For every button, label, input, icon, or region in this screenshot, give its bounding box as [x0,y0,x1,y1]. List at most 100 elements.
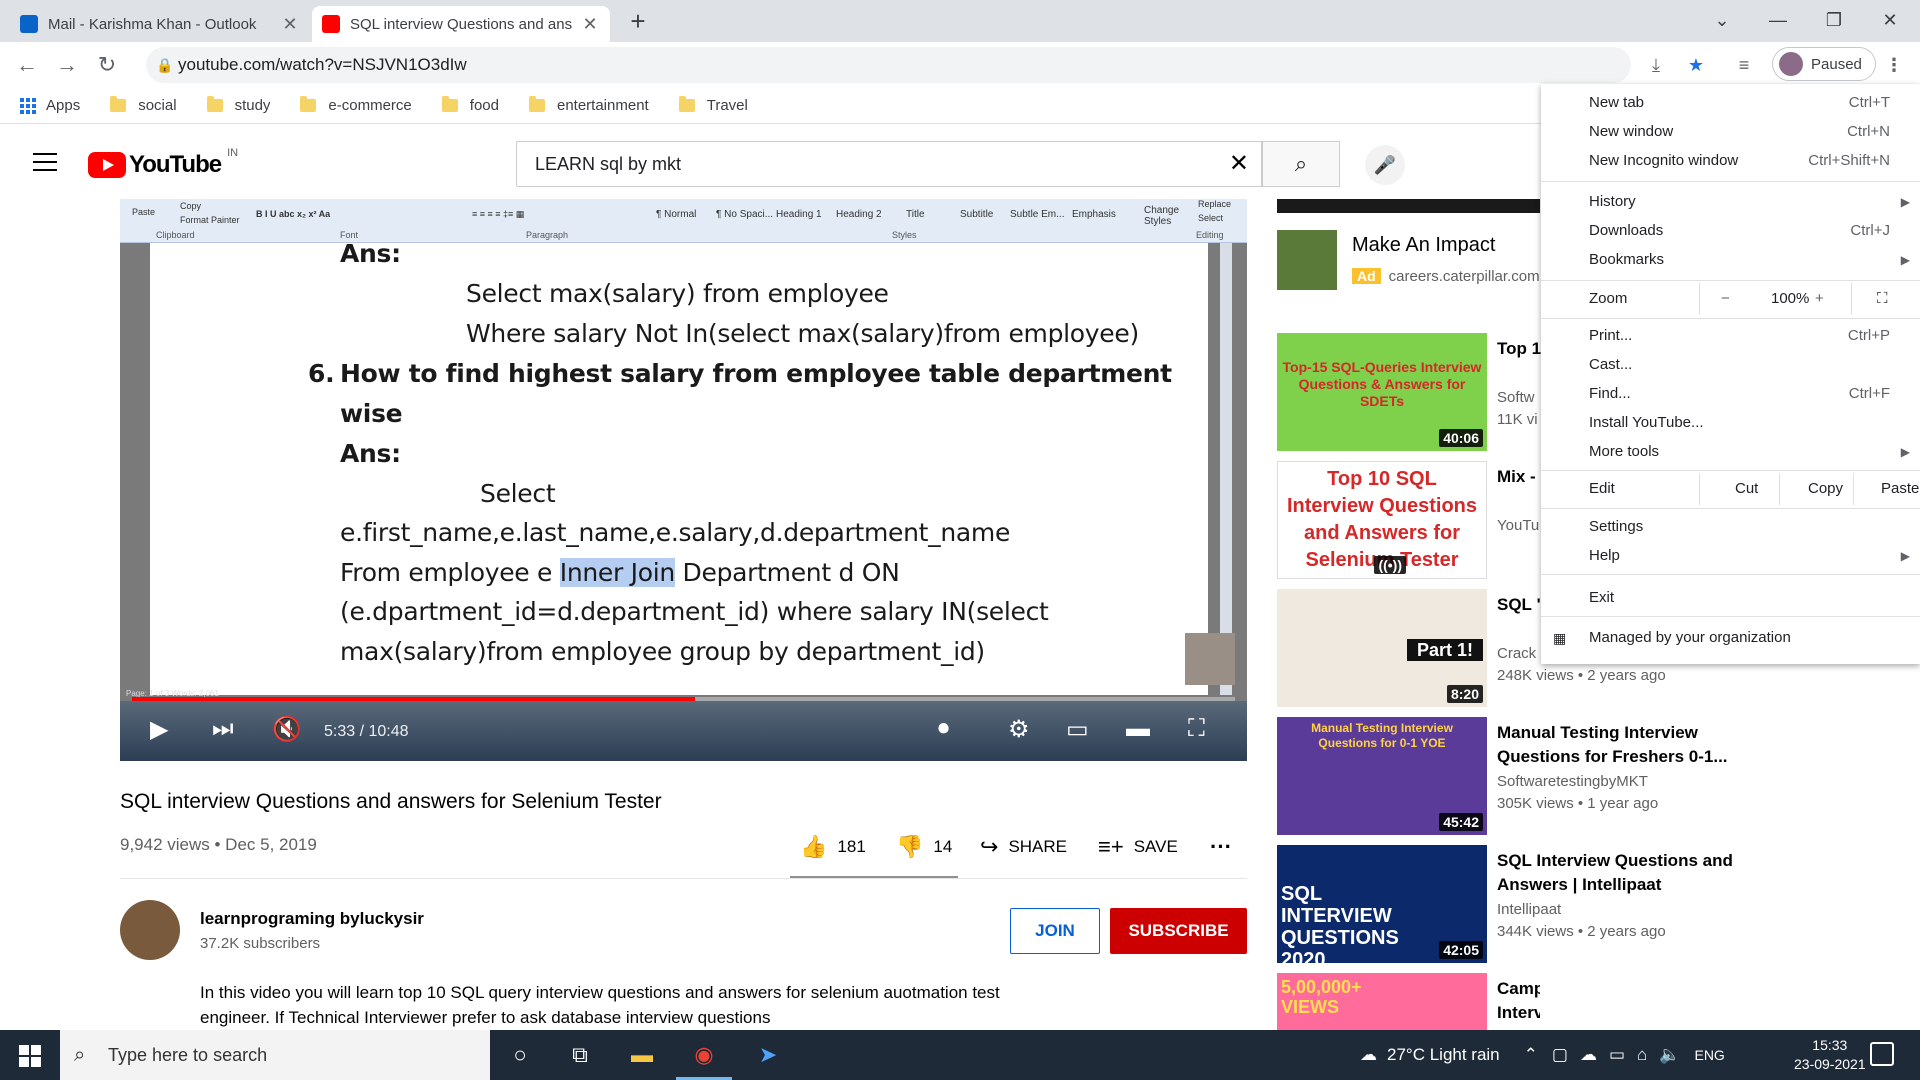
menu-install-youtube[interactable]: Install YouTube... [1541,409,1920,437]
copy-button[interactable]: Copy [1808,473,1843,505]
new-tab-button[interactable]: + [622,6,654,38]
network-icon[interactable]: ⌂ [1637,1045,1647,1065]
video-thumbnail: Manual Testing Interview Questions for 0… [1277,717,1487,835]
channel-avatar[interactable] [120,900,180,960]
ad-banner[interactable] [1277,199,1540,213]
zoom-in-button[interactable]: + [1815,283,1824,315]
bookmark-ecommerce[interactable]: e-commerce [300,96,412,114]
menu-print[interactable]: Print... Ctrl+P [1541,322,1920,350]
like-button[interactable]: 👍 181 [800,834,866,860]
kebab-menu-icon[interactable]: ⋮ [1880,51,1908,79]
chrome-icon[interactable]: ◉ [676,1030,732,1080]
close-window-button[interactable]: ✕ [1862,0,1918,40]
language-indicator[interactable]: ENG [1694,1047,1724,1063]
file-explorer-icon[interactable]: ▬ [614,1030,670,1080]
maximize-button[interactable]: ❐ [1806,0,1862,40]
tab-strip: Mail - Karishma Khan - Outlook ✕ SQL int… [0,0,1920,42]
bookmark-study[interactable]: study [206,96,270,114]
style-normal: ¶ Normal [656,209,697,220]
clear-icon[interactable]: ✕ [1229,142,1249,186]
taskbar-search-input[interactable]: ⌕ Type here to search [60,1030,490,1080]
menu-help[interactable]: Help ▶ [1541,542,1920,570]
menu-downloads[interactable]: Downloads Ctrl+J [1541,217,1920,245]
bookmark-star-icon[interactable]: ★ [1682,51,1710,79]
recommended-video[interactable]: SQL INTERVIEW QUESTIONS 2020 42:05 SQL In… [1277,845,1733,965]
media-control-icon[interactable]: ≡ [1730,51,1758,79]
close-icon[interactable]: ✕ [280,14,300,35]
menu-new-tab[interactable]: New tab Ctrl+T [1541,89,1920,117]
close-icon[interactable]: ✕ [580,14,600,35]
fullscreen-icon[interactable]: ⛶ [1188,715,1205,743]
volume-icon[interactable]: 🔈 [1659,1045,1680,1065]
weather-text[interactable]: 27°C Light rain [1387,1045,1500,1065]
duration-badge: 45:42 [1439,813,1483,831]
fullscreen-icon[interactable]: ⛶ [1877,283,1888,315]
weather-cloud-icon[interactable]: ☁ [1360,1045,1377,1065]
address-bar[interactable]: 🔒 youtube.com/watch?v=NSJVN1O3dIw [146,47,1631,83]
tab-youtube[interactable]: SQL interview Questions and ans ✕ [312,6,610,42]
bookmark-apps[interactable]: Apps [20,97,80,114]
bookmark-travel[interactable]: Travel [678,96,748,114]
search-button[interactable]: ⌕ [1262,141,1340,187]
back-arrow-icon[interactable]: ← [12,50,42,80]
cortana-icon[interactable]: ○ [492,1030,548,1080]
zoom-out-button[interactable]: − [1721,283,1730,315]
reload-icon[interactable]: ↻ [92,50,122,80]
onedrive-icon[interactable]: ☁ [1580,1045,1597,1065]
menu-new-incognito[interactable]: New Incognito window Ctrl+Shift+N [1541,147,1920,175]
recommended-video[interactable]: Top-15 SQL-Queries Interview Questions &… [1277,333,1588,453]
bookmark-food[interactable]: food [441,96,499,114]
play-icon[interactable]: ▶ [150,715,168,744]
hamburger-menu-icon[interactable] [33,153,57,177]
cut-button[interactable]: Cut [1735,473,1758,505]
minimize-button[interactable]: — [1750,0,1806,40]
channel-name[interactable]: learnprograming byluckysir [200,909,424,929]
video-player[interactable]: Paste Copy Format Painter B I U abc x₂ x… [120,199,1247,761]
forward-arrow-icon[interactable]: → [52,50,82,80]
menu-managed[interactable]: ▦ Managed by your organization [1541,624,1920,652]
group-styles: Styles [892,230,917,240]
windows-start-icon[interactable] [0,1030,58,1080]
youtube-logo[interactable]: YouTube IN [88,147,238,179]
menu-exit[interactable]: Exit [1541,584,1920,612]
join-button[interactable]: JOIN [1010,908,1100,954]
menu-new-window[interactable]: New window Ctrl+N [1541,118,1920,146]
dislike-button[interactable]: 👎 14 [896,834,952,860]
search-input[interactable]: LEARN sql by mkt ✕ [516,141,1262,187]
chevron-up-icon[interactable]: ⌃ [1524,1045,1538,1065]
bookmark-social[interactable]: social [110,96,177,114]
install-app-icon[interactable]: ⤓ [1642,51,1670,79]
clock[interactable]: 15:33 23-09-2021 [1794,1036,1866,1074]
theater-mode-icon[interactable]: ▬ [1126,715,1150,743]
menu-find[interactable]: Find... Ctrl+F [1541,380,1920,408]
paste-button[interactable]: Paste [1881,473,1919,505]
meet-now-icon[interactable]: ▢ [1552,1045,1568,1065]
tab-outlook[interactable]: Mail - Karishma Khan - Outlook ✕ [10,6,310,42]
battery-icon[interactable]: ▭ [1609,1045,1625,1065]
settings-gear-icon[interactable]: ⚙ [1008,715,1030,744]
subscribe-button[interactable]: SUBSCRIBE [1110,908,1247,954]
task-view-icon[interactable]: ⧉ [552,1030,608,1080]
recommended-video[interactable]: Top 10 SQL Interview Questions and Answe… [1277,461,1585,581]
mute-icon[interactable]: 🔇 [272,715,302,744]
miniplayer-icon[interactable]: ▭ [1066,715,1089,744]
menu-history[interactable]: History ▶ [1541,188,1920,216]
menu-settings[interactable]: Settings [1541,513,1920,541]
autoplay-toggle[interactable]: ⏺ [938,715,949,741]
menu-more-tools[interactable]: More tools ▶ [1541,438,1920,466]
recommended-video[interactable]: Manual Testing Interview Questions for 0… [1277,717,1728,837]
tab-search-icon[interactable]: ⌄ [1694,0,1750,40]
recommended-video[interactable]: 5,00,000+ VIEWS Campus Placement Intervi… [1277,973,1540,1030]
next-icon[interactable]: ⏭ [212,715,234,743]
app-icon[interactable]: ➤ [740,1030,796,1080]
notification-icon[interactable] [1870,1042,1894,1066]
microphone-icon[interactable]: 🎤 [1365,145,1405,185]
recommended-video[interactable]: Part 1!8:20 SQL " interv Crack 248K view… [1277,589,1666,709]
share-button[interactable]: ↪ SHARE [980,834,1067,860]
more-options-icon[interactable]: ··· [1210,834,1232,860]
menu-cast[interactable]: Cast... [1541,351,1920,379]
menu-bookmarks[interactable]: Bookmarks ▶ [1541,246,1920,274]
bookmark-entertainment[interactable]: entertainment [528,96,649,114]
save-button[interactable]: ≡+ SAVE [1098,834,1178,860]
profile-button[interactable]: Paused [1772,47,1876,81]
